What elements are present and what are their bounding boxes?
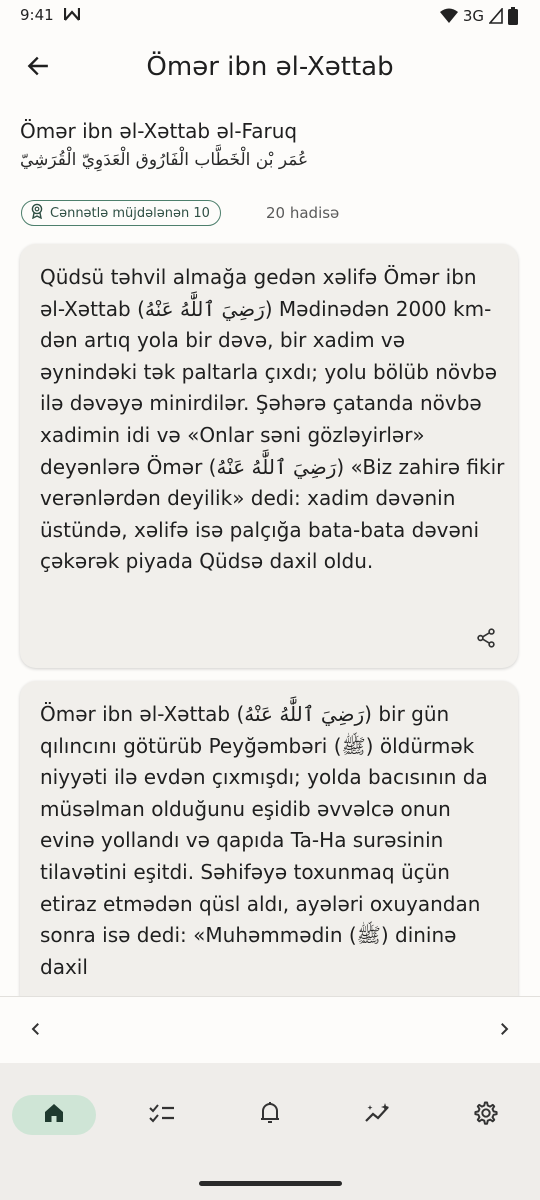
status-time: 9:41 — [20, 6, 54, 24]
home-icon — [41, 1101, 67, 1129]
chevron-right-icon — [495, 1020, 513, 1042]
status-bar: 9:41 3G — [0, 0, 540, 32]
pager — [0, 996, 540, 1064]
page-title: Ömər ibn əl-Xəttab — [146, 52, 394, 82]
nav-notifications[interactable] — [228, 1095, 312, 1135]
checklist-icon — [148, 1101, 176, 1129]
hadith-text: Ömər ibn əl-Xəttab (رَضِيَ ٱللَّٰهُ عَنْ… — [40, 702, 488, 979]
bell-icon — [258, 1100, 282, 1130]
signal-icon — [489, 8, 503, 24]
nav-settings[interactable] — [444, 1095, 528, 1135]
nav-checklist[interactable] — [120, 1095, 204, 1135]
nav-home[interactable] — [12, 1095, 96, 1135]
award-medal-icon — [30, 203, 44, 223]
battery-icon — [508, 7, 518, 25]
share-icon — [475, 627, 497, 653]
notification-icon — [63, 7, 81, 21]
hadith-count: 20 hadisə — [266, 204, 340, 222]
status-indicators: 3G — [439, 5, 518, 27]
nav-insights[interactable] — [336, 1095, 420, 1135]
bottom-navigation — [0, 1063, 540, 1200]
app-bar: Ömər ibn əl-Xəttab — [0, 36, 540, 100]
network-label: 3G — [462, 7, 484, 25]
person-full-name: Ömər ibn əl-Xəttab əl-Faruq — [20, 119, 298, 143]
person-arabic-name: عُمَر بْن الْخَطَّاب الْفَارُوق الْعَدَو… — [20, 150, 309, 170]
chevron-left-icon — [27, 1020, 45, 1042]
gear-icon — [473, 1100, 499, 1130]
hadith-card[interactable]: Ömər ibn əl-Xəttab (رَضِيَ ٱللَّٰهُ عَنْ… — [20, 681, 518, 1011]
wifi-icon — [439, 8, 458, 24]
previous-page-button[interactable] — [20, 1015, 52, 1047]
sparkle-trend-icon — [363, 1101, 393, 1129]
gesture-handle[interactable] — [199, 1181, 342, 1186]
category-chip-label: Cənnətlə müjdələnən 10 — [50, 205, 210, 221]
category-chip[interactable]: Cənnətlə müjdələnən 10 — [21, 200, 221, 226]
share-button[interactable] — [472, 626, 500, 654]
hadith-card[interactable]: Qüdsü təhvil almağa gedən xəlifə Ömər ib… — [20, 244, 518, 668]
next-page-button[interactable] — [488, 1015, 520, 1047]
hadith-text: Qüdsü təhvil almağa gedən xəlifə Ömər ib… — [40, 265, 505, 574]
